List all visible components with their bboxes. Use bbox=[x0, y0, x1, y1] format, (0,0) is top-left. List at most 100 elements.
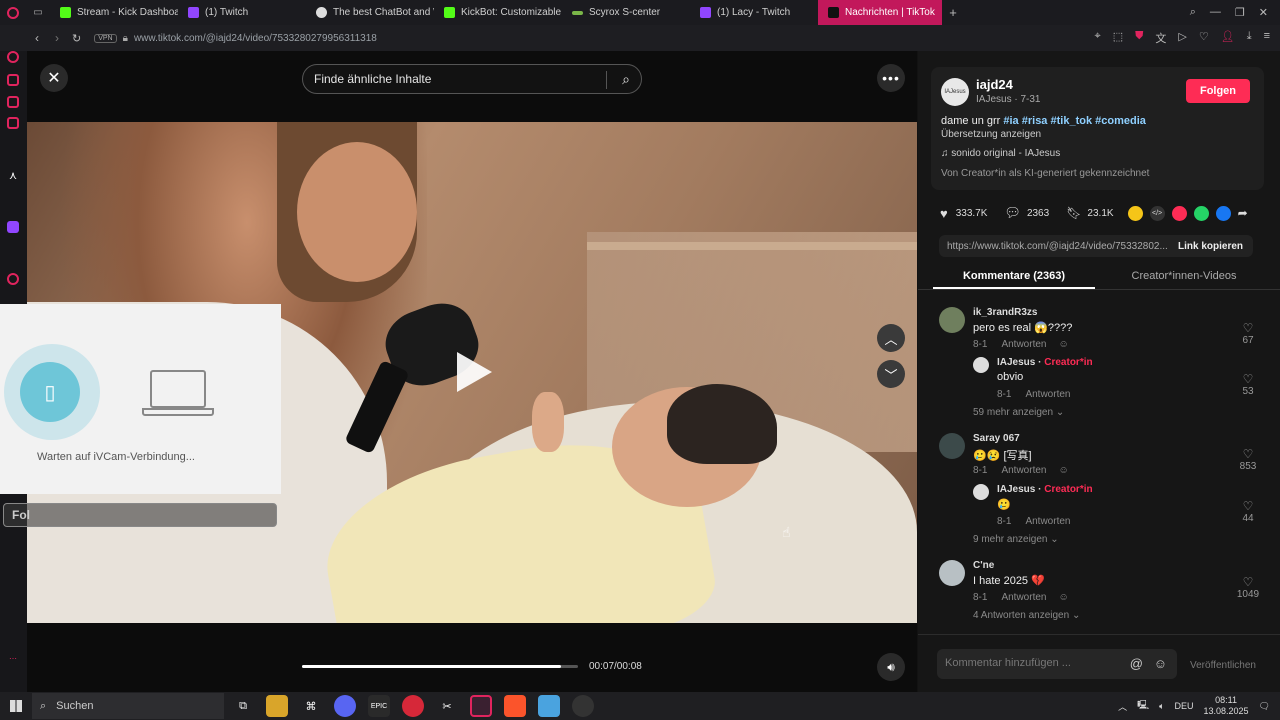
whatsapp-icon[interactable] bbox=[1193, 205, 1209, 221]
hashtag-risa[interactable]: #risa bbox=[1022, 115, 1048, 127]
pin-icon[interactable]: ⌖ bbox=[1095, 30, 1101, 46]
sound-info[interactable]: ♫ sonido original - IAJesus bbox=[941, 148, 1060, 159]
previous-video-icon[interactable]: ︿ bbox=[877, 324, 905, 352]
share-link[interactable]: https://www.tiktok.com/@iajd24/video/753… bbox=[939, 241, 1169, 252]
follow-overlay-button[interactable]: Fol bbox=[3, 503, 277, 527]
more-options-icon[interactable]: ••• bbox=[877, 64, 905, 92]
reply-button[interactable]: Antworten bbox=[1001, 592, 1046, 603]
reply-button[interactable]: Antworten bbox=[1001, 339, 1046, 350]
opera-gx-icon[interactable] bbox=[470, 695, 492, 717]
author-avatar[interactable]: IAJesus bbox=[941, 78, 969, 106]
windows-start-icon[interactable] bbox=[0, 700, 32, 712]
forward-icon[interactable]: › bbox=[55, 31, 59, 45]
volume-icon[interactable]: 🔊︎ bbox=[877, 653, 905, 681]
next-video-icon[interactable]: ﹀ bbox=[877, 360, 905, 388]
search-tabs-icon[interactable]: ⌕ bbox=[1190, 6, 1196, 19]
emoji-icon[interactable]: ☺ bbox=[1154, 656, 1167, 671]
comment-like[interactable]: ♡ 1049 bbox=[1230, 575, 1266, 600]
translate-icon[interactable]: 文 bbox=[1155, 30, 1166, 46]
snapshot-icon[interactable]: ⬚ bbox=[1113, 30, 1123, 46]
tab-comments[interactable]: Kommentare (2363) bbox=[933, 270, 1095, 289]
url-field[interactable]: www.tiktok.com/@iajd24/video/75332802799… bbox=[134, 33, 377, 44]
reply-user[interactable]: IAJesus · Creator*in bbox=[997, 357, 1093, 368]
tab-creator-videos[interactable]: Creator*innen-Videos bbox=[1103, 270, 1265, 282]
comment-like[interactable]: ♡ 67 bbox=[1236, 321, 1260, 346]
avatar[interactable] bbox=[939, 433, 965, 459]
post-button[interactable]: Veröffentlichen bbox=[1190, 660, 1256, 671]
mention-icon[interactable]: @ bbox=[1130, 656, 1143, 671]
comment-user[interactable]: C'ne bbox=[973, 560, 994, 571]
reply-button[interactable]: Antworten bbox=[1025, 389, 1070, 400]
progress-track[interactable] bbox=[302, 665, 578, 668]
volume-tray-icon[interactable]: 🔈︎ bbox=[1159, 701, 1164, 712]
copy-link-button[interactable]: Link kopieren bbox=[1178, 241, 1253, 252]
show-more-replies[interactable]: 4 Antworten anzeigen ⌄ bbox=[973, 610, 1080, 621]
maximize-icon[interactable]: ❐ bbox=[1235, 6, 1245, 19]
show-more-replies[interactable]: 59 mehr anzeigen ⌄ bbox=[973, 407, 1064, 418]
language-indicator[interactable]: DEU bbox=[1175, 701, 1194, 711]
clock[interactable]: 08:11 13.08.2025 bbox=[1204, 695, 1249, 717]
creator-avatar[interactable] bbox=[973, 357, 989, 373]
messenger-icon[interactable] bbox=[7, 96, 19, 108]
tab-kickbot[interactable]: KickBot: Customizable C bbox=[434, 0, 562, 25]
bag-icon[interactable] bbox=[7, 74, 19, 86]
tab-overview-icon[interactable]: ▭ bbox=[26, 7, 50, 18]
comment-user[interactable]: Saray 067 bbox=[973, 433, 1020, 444]
network-icon[interactable]: 🖳︎ bbox=[1137, 698, 1149, 714]
comment-input[interactable]: Kommentar hinzufügen ... @ ☺ bbox=[937, 649, 1177, 679]
reply-like[interactable]: ♡ 44 bbox=[1236, 499, 1260, 524]
app-icon[interactable]: ⌘ bbox=[300, 695, 322, 717]
player-icon[interactable] bbox=[7, 273, 19, 285]
reply-user[interactable]: IAJesus · Creator*in bbox=[997, 484, 1093, 495]
mail-icon[interactable] bbox=[7, 117, 19, 129]
task-view-icon[interactable]: ⧉ bbox=[232, 695, 254, 717]
more-sidebar-icon[interactable]: ⋯ bbox=[7, 654, 19, 666]
comment-like[interactable]: ♡ 853 bbox=[1236, 447, 1260, 472]
reload-icon[interactable]: ↻ bbox=[72, 32, 81, 45]
bookmark-icon[interactable]: 🔖︎ bbox=[1066, 206, 1081, 220]
tab-kick-dashboard[interactable]: Stream - Kick Dashboard bbox=[50, 0, 178, 25]
download-icon[interactable]: ⤓ bbox=[1247, 30, 1252, 46]
reply-button[interactable]: Antworten bbox=[1001, 465, 1046, 476]
app-blue-icon[interactable] bbox=[538, 695, 560, 717]
creator-avatar[interactable] bbox=[973, 484, 989, 500]
tab-twitch[interactable]: (1) Twitch bbox=[178, 0, 306, 25]
discord-icon[interactable] bbox=[334, 695, 356, 717]
shield-icon[interactable]: ⛊ bbox=[1135, 30, 1143, 46]
follow-button[interactable]: Folgen bbox=[1186, 79, 1250, 103]
comment-icon[interactable]: 💬︎ bbox=[1004, 205, 1021, 221]
share-icon[interactable]: ➦ bbox=[1238, 206, 1248, 220]
epic-games-icon[interactable]: EPIC bbox=[368, 695, 390, 717]
search-input[interactable]: Finde ähnliche Inhalte bbox=[314, 72, 431, 86]
embed-icon[interactable]: </> bbox=[1149, 205, 1165, 221]
search-bar[interactable]: Finde ähnliche Inhalte ⌕ bbox=[302, 64, 642, 94]
reply-like[interactable]: ♡ 53 bbox=[1236, 372, 1260, 397]
minimize-icon[interactable]: — bbox=[1210, 6, 1221, 19]
search-icon[interactable]: ⌕ bbox=[622, 71, 630, 88]
twitch-sidebar-icon[interactable] bbox=[7, 221, 19, 233]
facebook-icon[interactable] bbox=[1215, 205, 1231, 221]
capcut-icon[interactable]: ✂ bbox=[436, 695, 458, 717]
brave-icon[interactable] bbox=[504, 695, 526, 717]
avatar[interactable] bbox=[939, 560, 965, 586]
hashtag-tik-tok[interactable]: #tik_tok bbox=[1051, 115, 1093, 127]
comment-user[interactable]: ik_3randR3zs bbox=[973, 307, 1037, 318]
coin-share-icon[interactable] bbox=[1127, 205, 1143, 221]
tab-scyrox[interactable]: Scyrox S-center bbox=[562, 0, 690, 25]
kick-sidebar-icon[interactable]: ⋏ bbox=[7, 169, 19, 182]
app-gauge-icon[interactable] bbox=[572, 695, 594, 717]
send-icon[interactable] bbox=[1171, 205, 1187, 221]
new-tab-button[interactable]: + bbox=[942, 5, 964, 20]
back-icon[interactable]: ‹ bbox=[35, 31, 39, 45]
close-icon[interactable]: ✕ bbox=[40, 64, 68, 92]
author-username[interactable]: iajd24 bbox=[976, 77, 1013, 92]
hashtag-ia[interactable]: #ia bbox=[1003, 115, 1018, 127]
tray-chevron-icon[interactable]: ︿ bbox=[1118, 700, 1127, 713]
taskbar-search[interactable]: ⌕ Suchen bbox=[32, 693, 224, 719]
close-window-icon[interactable]: ✕ bbox=[1259, 6, 1268, 19]
file-explorer-icon[interactable] bbox=[266, 695, 288, 717]
tab-chatbot[interactable]: The best ChatBot and Wi bbox=[306, 0, 434, 25]
vpn-badge[interactable]: VPN bbox=[94, 33, 117, 43]
avatar[interactable] bbox=[939, 307, 965, 333]
opera-menu-icon[interactable] bbox=[0, 0, 26, 25]
